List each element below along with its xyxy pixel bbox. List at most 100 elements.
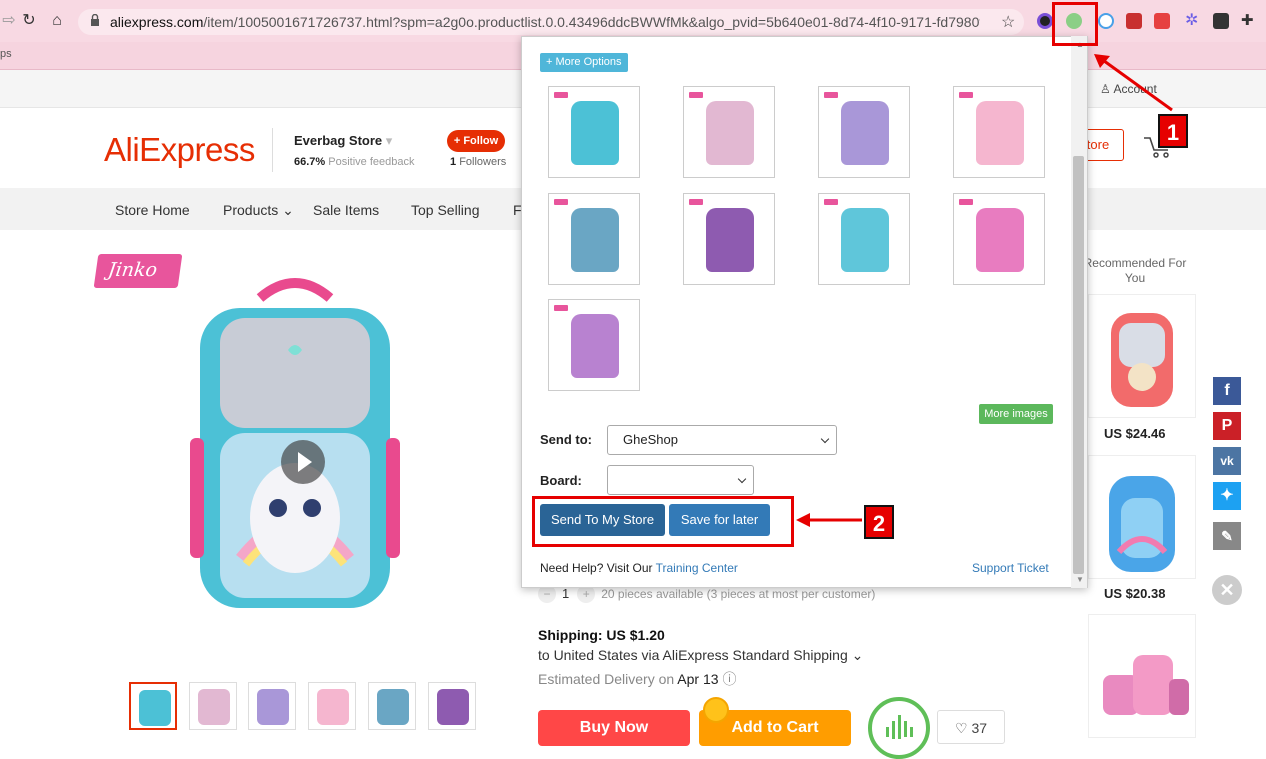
heart-icon: ♡ — [954, 720, 972, 736]
thumbnail-1[interactable] — [129, 682, 177, 730]
url-host: aliexpress.com — [110, 14, 204, 30]
follow-button[interactable]: + Follow — [447, 130, 505, 152]
recommended-title: Recommended For You — [1083, 256, 1187, 285]
recommended-item-3[interactable] — [1088, 614, 1196, 738]
reload-icon[interactable]: ↻ — [20, 12, 38, 30]
wish-count: 37 — [971, 720, 988, 736]
help-circle-icon[interactable]: ⓘ — [722, 671, 736, 687]
board-label: Board: — [540, 473, 582, 488]
url-text: aliexpress.com/item/1005001671726737.htm… — [110, 14, 980, 30]
recommended-price-1: US $24.46 — [1104, 426, 1166, 441]
thumbnail-2[interactable] — [189, 682, 237, 730]
popup-scrollbar-thumb[interactable] — [1073, 156, 1084, 574]
chevron-down-icon — [820, 434, 830, 444]
send-to-label: Send to: — [540, 432, 592, 447]
home-icon[interactable]: ⌂ — [48, 12, 66, 30]
coin-icon — [703, 697, 729, 723]
extension-gear-icon[interactable]: ✲ — [1185, 13, 1201, 29]
store-name[interactable]: Everbag Store ▾ — [294, 133, 392, 149]
chevron-down-icon: ⌄ — [278, 202, 294, 218]
positive-feedback: 66.7% Positive feedback — [294, 156, 414, 168]
delivery-label: Estimated Delivery on — [538, 671, 675, 687]
send-to-select[interactable]: GheShop — [607, 425, 837, 455]
scroll-down-icon[interactable]: ▼ — [1076, 575, 1084, 584]
feedback-label: Positive feedback — [328, 156, 415, 168]
availability-text: 20 pieces available (3 pieces at most pe… — [601, 587, 876, 601]
recommended-item-1[interactable] — [1088, 294, 1196, 418]
buy-now-button[interactable]: Buy Now — [538, 710, 690, 746]
feedback-pct: 66.7% — [294, 156, 326, 168]
annotation-box-1 — [1052, 2, 1098, 46]
popup-image-1[interactable] — [548, 86, 640, 178]
lock-icon — [90, 13, 100, 26]
nav-products[interactable]: Products ⌄ — [223, 202, 294, 219]
annotation-badge-1: 1 — [1158, 114, 1188, 148]
brand-logo-text: Jinko — [106, 259, 159, 281]
extension-link-icon[interactable] — [1098, 13, 1114, 29]
quantity-value[interactable]: 1 — [562, 586, 569, 601]
extensions-puzzle-icon[interactable]: ✚ — [1241, 13, 1257, 29]
annotation-badge-2: 2 — [864, 505, 894, 539]
help-text: Need Help? Visit Our Training Center — [540, 561, 738, 575]
aliexpress-logo[interactable]: AliExpress — [104, 131, 255, 169]
delivery-date: Apr 13 — [677, 671, 719, 687]
send-to-value: GheShop — [623, 432, 678, 447]
training-center-link[interactable]: Training Center — [656, 561, 738, 575]
shipping-cost: Shipping: US $1.20 — [538, 627, 665, 643]
popup-image-5[interactable] — [548, 193, 640, 285]
followers: 1 Followers — [450, 156, 506, 168]
shipping-method-text: to United States via AliExpress Standard… — [538, 647, 848, 663]
thumbnail-5[interactable] — [368, 682, 416, 730]
nav-store-home[interactable]: Store Home — [115, 202, 190, 218]
popup-image-6[interactable] — [683, 193, 775, 285]
popup-image-9[interactable] — [548, 299, 640, 391]
annotation-arrow-2 — [796, 513, 862, 527]
twitter-icon[interactable]: ✦ — [1213, 482, 1241, 510]
vk-icon[interactable]: vk — [1213, 447, 1241, 475]
facebook-icon[interactable]: f — [1213, 377, 1241, 405]
recommended-item-2[interactable] — [1088, 455, 1196, 579]
more-options-button[interactable]: + More Options — [540, 53, 628, 72]
edit-icon[interactable]: ✎ — [1213, 522, 1241, 550]
recommended-price-2: US $20.38 — [1104, 586, 1166, 601]
chevron-down-icon: ▾ — [385, 133, 393, 148]
popup-image-4[interactable] — [953, 86, 1045, 178]
followers-label: Followers — [459, 156, 507, 168]
thumbnail-3[interactable] — [248, 682, 296, 730]
followers-count: 1 — [450, 156, 457, 168]
more-images-button[interactable]: More images — [979, 404, 1053, 424]
wishlist-button[interactable]: ♡ 37 — [937, 710, 1005, 744]
shipping-method[interactable]: to United States via AliExpress Standard… — [538, 647, 863, 664]
popup-image-3[interactable] — [818, 86, 910, 178]
url-path: /item/1005001671726737.html?spm=a2g0o.pr… — [203, 14, 980, 30]
bookmark-star-icon[interactable]: ☆ — [1001, 12, 1015, 32]
video-play-button[interactable] — [281, 440, 325, 484]
forward-arrow-icon[interactable]: ⇨ — [0, 12, 18, 30]
close-icon[interactable]: ✕ — [1212, 575, 1242, 605]
store-name-text: Everbag Store — [294, 133, 383, 148]
annotation-arrow-1 — [1094, 54, 1173, 112]
annotation-box-2 — [532, 496, 794, 547]
extension-badge-icon[interactable] — [1126, 13, 1142, 29]
pinterest-icon[interactable]: P — [1213, 412, 1241, 440]
popup-image-2[interactable] — [683, 86, 775, 178]
popup-image-8[interactable] — [953, 193, 1045, 285]
board-select[interactable] — [607, 465, 754, 495]
extension-circle-icon[interactable] — [1037, 13, 1053, 29]
divider — [272, 128, 273, 172]
thumbnail-6[interactable] — [428, 682, 476, 730]
extension-red-icon[interactable] — [1154, 13, 1170, 29]
nav-sale-items[interactable]: Sale Items — [313, 202, 379, 218]
nav-products-label: Products — [223, 202, 279, 218]
thumbnail-4[interactable] — [308, 682, 356, 730]
popup-image-7[interactable] — [818, 193, 910, 285]
extension-menu-icon[interactable] — [1213, 13, 1229, 29]
nav-top-selling[interactable]: Top Selling — [411, 202, 480, 218]
bookmark-apps-label[interactable]: ps — [0, 48, 12, 60]
help-prefix: Need Help? Visit Our — [540, 561, 653, 575]
chevron-down-icon: ⌄ — [847, 647, 864, 663]
brand-logo: Jinko — [93, 254, 183, 288]
chevron-down-icon — [737, 474, 747, 484]
support-ticket-link[interactable]: Support Ticket — [972, 561, 1049, 575]
sound-wave-icon[interactable] — [868, 697, 930, 759]
